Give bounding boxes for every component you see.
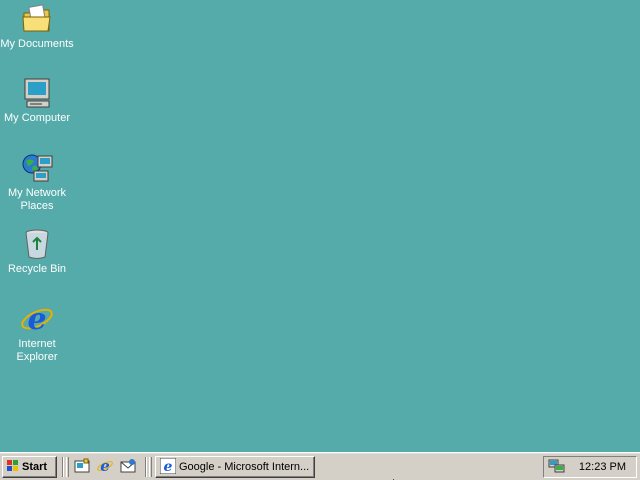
- desktop-icon-my-documents[interactable]: My Documents: [0, 2, 74, 51]
- recycle-bin-icon: [20, 227, 54, 261]
- svg-text:e: e: [27, 302, 46, 336]
- desktop-icon-my-network-places[interactable]: My Network Places: [0, 151, 74, 213]
- internet-explorer-icon: e: [20, 302, 54, 336]
- desktop-icon-recycle-bin[interactable]: Recycle Bin: [0, 227, 74, 276]
- quick-launch-internet-explorer[interactable]: e: [95, 457, 115, 477]
- taskbar-separator: [145, 457, 147, 477]
- task-area-grip[interactable]: [149, 457, 152, 477]
- quick-launch-outlook-express[interactable]: [118, 458, 138, 476]
- folder-documents-icon: [20, 2, 54, 36]
- taskbar-button-label: Google - Microsoft Intern...: [179, 461, 310, 473]
- start-button[interactable]: Start: [2, 456, 57, 478]
- taskbar: Start e e Google - Microsoft Intern... 1…: [0, 452, 640, 480]
- computer-icon: [20, 76, 54, 110]
- desktop-icon-label: My Documents: [0, 38, 74, 50]
- taskbar-separator: [62, 457, 64, 477]
- windows-logo-icon: [6, 459, 20, 476]
- system-tray: 12:23 PM: [543, 456, 637, 478]
- taskbar-button-google-ie[interactable]: e Google - Microsoft Intern...: [155, 456, 315, 478]
- start-label: Start: [22, 461, 48, 473]
- desktop-icon-label: My Network Places: [7, 187, 67, 212]
- desktop: My Documents My Computer My Network Plac…: [0, 0, 640, 452]
- show-desktop-icon: [74, 458, 90, 477]
- svg-text:e: e: [164, 459, 173, 474]
- desktop-icon-label: My Computer: [3, 112, 71, 124]
- mouse-cursor-icon: [393, 475, 401, 480]
- internet-explorer-icon: e: [159, 457, 177, 477]
- desktop-icon-internet-explorer[interactable]: e Internet Explorer: [0, 302, 74, 364]
- show-desktop-button[interactable]: [72, 458, 92, 476]
- desktop-icon-my-computer[interactable]: My Computer: [0, 76, 74, 125]
- internet-explorer-icon: e: [97, 457, 113, 477]
- taskbar-clock[interactable]: 12:23 PM: [579, 461, 626, 473]
- quick-launch-grip[interactable]: [66, 457, 69, 477]
- network-connection-icon[interactable]: [548, 458, 566, 477]
- desktop-icon-label: Recycle Bin: [7, 263, 67, 275]
- desktop-icon-label: Internet Explorer: [16, 338, 58, 363]
- network-places-icon: [20, 151, 54, 185]
- outlook-express-icon: [120, 458, 136, 477]
- svg-text:e: e: [100, 458, 110, 474]
